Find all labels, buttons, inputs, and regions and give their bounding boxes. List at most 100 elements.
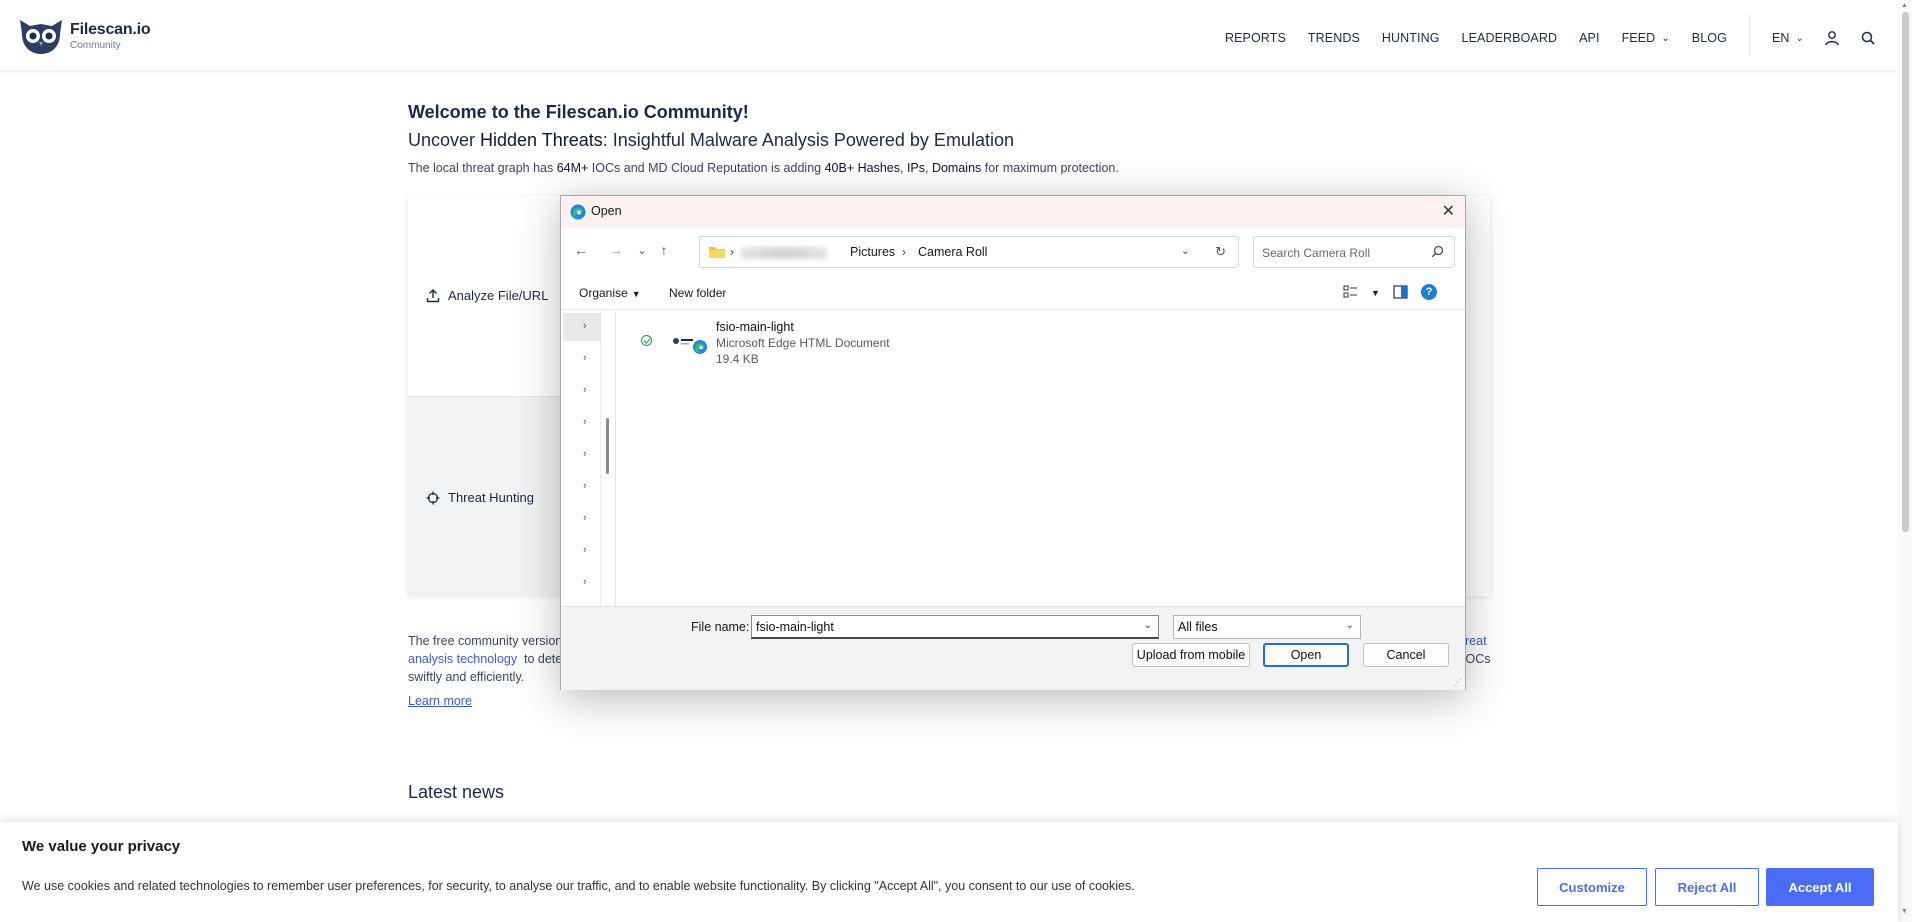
close-icon[interactable]: ✕ (1442, 201, 1455, 221)
chevron-down-icon: ⌄ (1795, 32, 1804, 44)
expand-chevron-icon[interactable]: › (583, 448, 587, 460)
stats-hashes: 40B+ Hashes (824, 161, 900, 175)
nav-pane-selected-row[interactable] (563, 313, 601, 341)
back-icon[interactable]: ← (571, 242, 591, 258)
file-name-label: File name: (691, 620, 750, 634)
file-type-select[interactable]: All files ⌄ (1173, 615, 1361, 639)
crosshair-icon (426, 491, 440, 504)
about-link-fragment[interactable]: reat (1465, 632, 1487, 650)
forward-icon[interactable]: → (606, 242, 626, 258)
language-selector[interactable]: EN ⌄ (1772, 31, 1804, 45)
stats-ips: IPs (906, 161, 925, 175)
file-size: 19.4 KB (716, 352, 759, 366)
search-icon[interactable] (1860, 30, 1876, 46)
expand-chevron-icon[interactable]: › (583, 576, 587, 588)
stats-ioc-count: 64M+ (556, 161, 589, 175)
folder-icon (709, 247, 725, 258)
expand-chevron-icon[interactable]: › (583, 352, 587, 364)
open-button[interactable]: Open (1263, 643, 1349, 667)
caret-down-icon: ▼ (631, 289, 641, 299)
tab-analyze[interactable]: Analyze File/URL (426, 288, 548, 303)
learn-more-link[interactable]: Learn more (408, 694, 472, 708)
expand-chevron-icon[interactable]: › (583, 512, 587, 524)
nav-feed[interactable]: FEED ⌄ (1622, 31, 1670, 45)
edge-icon (570, 204, 586, 220)
stats-text: IOCs and MD Cloud Reputation is adding (588, 161, 825, 175)
expand-chevron-icon[interactable]: › (583, 416, 587, 428)
tab-analyze-panel[interactable]: Analyze File/URL (408, 196, 568, 396)
file-type: Microsoft Edge HTML Document (716, 336, 890, 350)
help-icon[interactable]: ? (1421, 284, 1437, 300)
breadcrumb-camera-roll[interactable]: Camera Roll (918, 245, 987, 259)
accept-all-button[interactable]: Accept All (1766, 868, 1874, 906)
dialog-search-box[interactable]: Search Camera Roll (1253, 236, 1455, 268)
caret-down-icon[interactable]: ▼ (1371, 288, 1380, 298)
nav-hunting[interactable]: HUNTING (1382, 31, 1440, 45)
tab-hunting-panel[interactable]: Threat Hunting (408, 396, 568, 596)
stats-domains: Domains (931, 161, 982, 175)
organise-menu[interactable]: Organise ▼ (579, 286, 641, 300)
chevron-down-icon: ⌄ (1661, 32, 1670, 44)
chevron-down-icon: ⌄ (1345, 620, 1354, 631)
address-bar[interactable]: › Pictures › Camera Roll ⌄ ↻ (699, 236, 1239, 268)
owl-logo-icon (20, 20, 62, 54)
dialog-titlebar[interactable]: Open ✕ (561, 196, 1465, 228)
refresh-icon[interactable]: ↻ (1215, 244, 1226, 260)
navigation-pane[interactable]: › › › › › › › › › (563, 311, 601, 606)
tagline-post: : Insightful Malware Analysis Powered by… (602, 130, 1014, 150)
cancel-button[interactable]: Cancel (1363, 643, 1449, 667)
pane-divider[interactable] (615, 311, 616, 606)
nav-divider (1748, 14, 1750, 56)
nav-leaderboard[interactable]: LEADERBOARD (1462, 31, 1558, 45)
breadcrumb-pictures[interactable]: Pictures (850, 245, 895, 259)
resize-grip-icon[interactable]: ⋰ (1453, 677, 1462, 688)
chevron-down-icon[interactable]: ⌄ (1181, 244, 1190, 257)
view-options-icon[interactable] (1343, 285, 1358, 299)
upload-from-mobile-button[interactable]: Upload from mobile (1132, 643, 1250, 667)
about-tech-link[interactable]: analysis technology (408, 650, 517, 668)
scroll-down-icon[interactable]: ▼ (1901, 908, 1909, 915)
breadcrumb-separator: › (730, 245, 734, 259)
reject-all-button[interactable]: Reject All (1655, 868, 1759, 906)
file-list: fsio-main-light Microsoft Edge HTML Docu… (617, 311, 1463, 606)
list-item[interactable]: fsio-main-light Microsoft Edge HTML Docu… (617, 319, 1017, 369)
stats-text: , (925, 161, 932, 175)
welcome-heading: Welcome to the Filescan.io Community! (408, 102, 749, 122)
expand-chevron-icon[interactable]: › (583, 320, 587, 332)
user-icon[interactable] (1824, 30, 1840, 46)
brand-title: Filescan.io (70, 21, 151, 38)
up-folder-icon[interactable]: ↑ (654, 242, 674, 258)
nav-api[interactable]: API (1579, 31, 1599, 45)
main-nav: REPORTS TRENDS HUNTING LEADERBOARD API F… (1203, 14, 1876, 56)
stats-text: , (899, 161, 907, 175)
threat-stats: The local threat graph has 64M+ IOCs and… (408, 161, 1119, 175)
dialog-title: Open (591, 204, 622, 218)
customize-button[interactable]: Customize (1537, 868, 1647, 906)
expand-chevron-icon[interactable]: › (583, 384, 587, 396)
preview-pane-icon[interactable] (1393, 285, 1408, 299)
nav-trends[interactable]: TRENDS (1308, 31, 1360, 45)
scroll-up-icon[interactable]: ▲ (1901, 2, 1909, 9)
page-scrollbar-thumb[interactable] (1902, 12, 1909, 532)
recent-locations-icon[interactable]: ⌄ (632, 244, 652, 257)
nav-pane-scrollbar[interactable] (606, 418, 609, 474)
page-scrollbar[interactable]: ▲ ▼ (1898, 0, 1912, 922)
expand-chevron-icon[interactable]: › (583, 480, 587, 492)
expand-chevron-icon[interactable]: › (583, 544, 587, 556)
html-file-thumbnail-icon (672, 335, 707, 354)
chevron-down-icon[interactable]: ⌄ (1144, 620, 1152, 631)
about-line3: swiftly and efficiently. (408, 670, 525, 684)
nav-reports[interactable]: REPORTS (1225, 31, 1286, 45)
latest-news-heading: Latest news (408, 782, 505, 802)
nav-blog[interactable]: BLOG (1692, 31, 1727, 45)
new-folder-button[interactable]: New folder (669, 286, 726, 300)
brand-logo[interactable]: Filescan.io Community (18, 16, 151, 56)
tab-analyze-label: Analyze File/URL (448, 288, 549, 303)
open-file-dialog: Open ✕ ← → ⌄ ↑ › Pictures › Camera Roll … (560, 195, 1466, 690)
file-name-input[interactable]: fsio-main-light ⌄ (751, 615, 1159, 639)
about-line2: to dete (524, 652, 563, 666)
tab-threat-hunting[interactable]: Threat Hunting (426, 490, 534, 505)
synced-check-icon (641, 335, 652, 346)
tagline-pre: Uncover (408, 130, 481, 150)
file-type-value: All files (1178, 620, 1218, 634)
